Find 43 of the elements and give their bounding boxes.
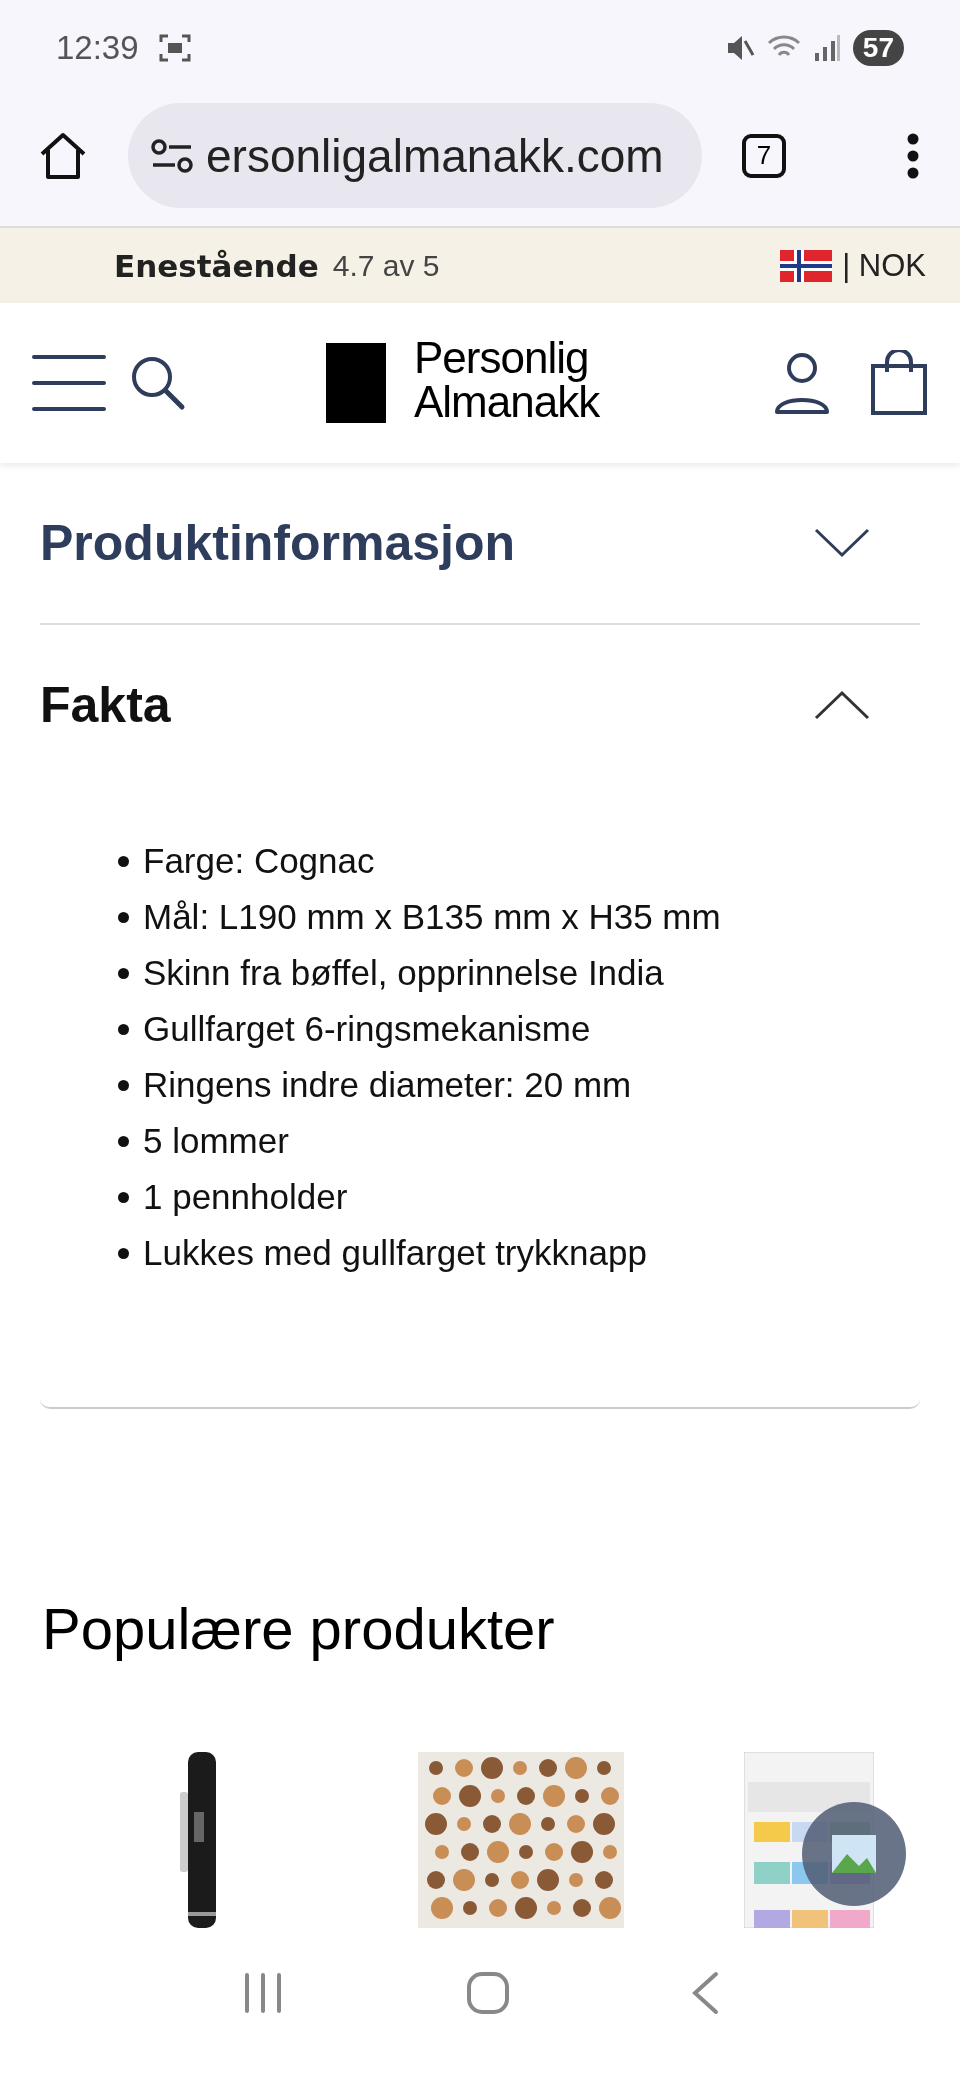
account-icon[interactable] <box>774 352 830 414</box>
fact-item: Lukkes med gullfarget trykknapp <box>143 1232 647 1274</box>
site-settings-icon[interactable] <box>150 138 194 173</box>
fact-item: Skinn fra bøffel, opprinnelse India <box>143 952 664 994</box>
bullet-icon <box>118 1191 129 1203</box>
home-icon[interactable] <box>38 131 88 180</box>
tab-count-button[interactable]: 7 <box>742 133 786 178</box>
bullet-icon <box>118 1079 129 1091</box>
screenshot-icon <box>158 32 191 63</box>
chevron-up-icon[interactable] <box>814 690 870 720</box>
accordion-title[interactable]: Produktinformasjon <box>40 514 516 572</box>
bullet-icon <box>118 855 129 867</box>
logo-text[interactable]: Personlig <box>414 336 600 380</box>
fact-item: Farge: Cognac <box>143 840 375 882</box>
search-icon[interactable] <box>130 355 186 411</box>
rating-score: 4.7 av 5 <box>332 248 440 283</box>
address-bar[interactable]: ersonligalmanakk.com <box>128 103 702 208</box>
signal-icon <box>812 32 841 63</box>
section-heading: Populære produkter <box>42 1595 556 1662</box>
menu-icon[interactable] <box>32 353 106 413</box>
battery-level: 57 <box>852 29 904 66</box>
back-icon[interactable] <box>691 1971 720 2015</box>
flag-icon <box>780 249 833 282</box>
status-time: 12:39 <box>56 28 139 67</box>
accordion-title[interactable]: Fakta <box>40 676 171 734</box>
rating-label: Enestående <box>114 247 319 284</box>
more-menu-icon[interactable] <box>906 131 920 180</box>
bullet-icon <box>118 1135 129 1147</box>
bullet-icon <box>118 1023 129 1035</box>
image-icon <box>831 1834 877 1874</box>
fact-item: 1 pennholder <box>143 1176 348 1218</box>
fact-item: Gullfarget 6-ringsmekanisme <box>143 1008 591 1050</box>
bullet-icon <box>118 911 129 923</box>
shopping-bag-icon[interactable] <box>870 350 928 416</box>
url-text: ersonligalmanakk.com <box>206 128 664 183</box>
bullet-icon <box>118 967 129 979</box>
bullet-icon <box>118 1247 129 1259</box>
home-nav-icon[interactable] <box>466 1971 510 2015</box>
fact-item: 5 lommer <box>143 1120 289 1162</box>
currency-selector[interactable]: | NOK <box>842 247 926 284</box>
chevron-down-icon[interactable] <box>814 528 870 558</box>
fact-item: Ringens indre diameter: 20 mm <box>143 1064 632 1106</box>
fact-item: Mål: L190 mm x B135 mm x H35 mm <box>143 896 721 938</box>
